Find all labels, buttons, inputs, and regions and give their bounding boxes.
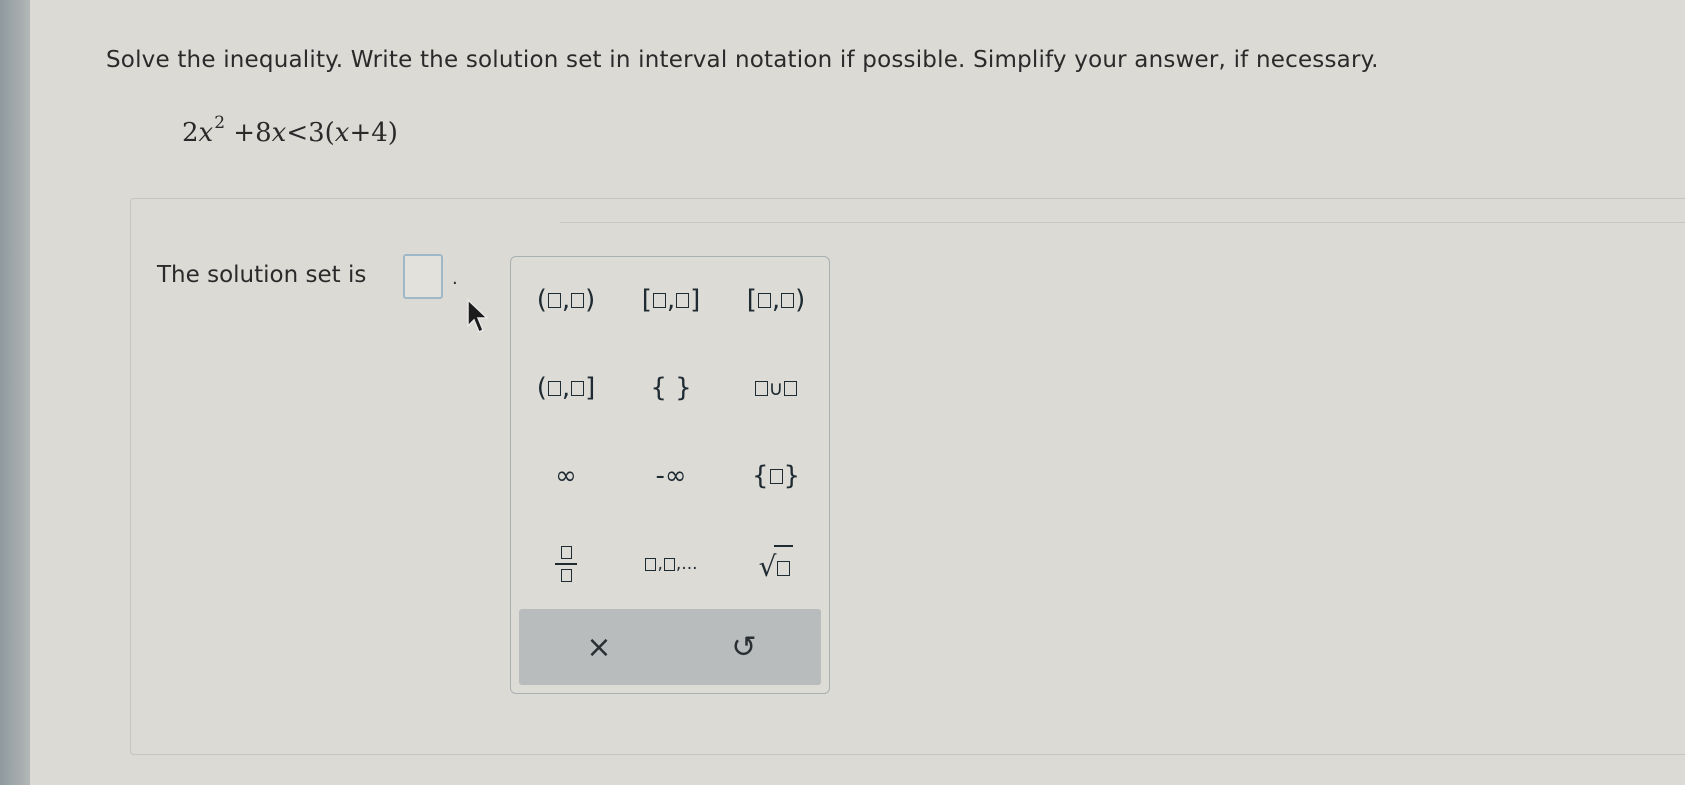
eq-middle: +8 bbox=[225, 118, 272, 148]
question-instruction: Solve the inequality. Write the solution… bbox=[106, 47, 1379, 73]
set-braces-button[interactable]: {} bbox=[731, 449, 821, 503]
placeholder-box bbox=[676, 292, 690, 308]
eq-coef: 2 bbox=[182, 118, 199, 148]
list-ellipsis: ,... bbox=[675, 554, 698, 574]
btn-comma: , bbox=[771, 285, 781, 315]
list-comma: , bbox=[657, 554, 663, 574]
clear-button[interactable]: × bbox=[559, 619, 639, 675]
eq-var: x bbox=[198, 118, 214, 148]
answer-period: . bbox=[452, 268, 458, 289]
answer-area-divider bbox=[560, 222, 1685, 223]
placeholder-box bbox=[571, 380, 585, 396]
close-icon: × bbox=[586, 629, 612, 665]
open-open-interval-button[interactable]: (,) bbox=[521, 273, 611, 327]
placeholder-box bbox=[781, 292, 795, 308]
eq-exponent: 2 bbox=[214, 113, 226, 133]
placeholder-box bbox=[784, 380, 798, 396]
math-palette: (,) [,] [,) (,] { } ∪ ∞ -∞ {} ,,... √ × … bbox=[510, 256, 830, 694]
eq-rhs-var: x bbox=[334, 118, 350, 148]
placeholder-box bbox=[757, 292, 771, 308]
infinity-icon: ∞ bbox=[555, 461, 577, 491]
square-root-button[interactable]: √ bbox=[731, 537, 821, 591]
union-glyph: ∪ bbox=[768, 376, 784, 400]
brace-left: { bbox=[751, 461, 769, 491]
btn-open-left: ( bbox=[536, 285, 547, 315]
btn-closed-right: ] bbox=[690, 285, 701, 315]
reset-button[interactable]: ↺ bbox=[704, 619, 784, 675]
answer-input[interactable] bbox=[403, 254, 443, 299]
btn-open-left: ( bbox=[536, 373, 547, 403]
placeholder-box bbox=[652, 292, 666, 308]
eq-rhs-tail: +4) bbox=[349, 118, 398, 148]
placeholder-box bbox=[777, 560, 791, 576]
answer-label: The solution set is bbox=[157, 262, 367, 288]
btn-open-right: ) bbox=[585, 285, 596, 315]
union-button[interactable]: ∪ bbox=[731, 361, 821, 415]
closed-closed-interval-button[interactable]: [,] bbox=[626, 273, 716, 327]
inequality-equation: 2x2 +8x<3(x+4) bbox=[182, 113, 398, 148]
infinity-button[interactable]: ∞ bbox=[521, 449, 611, 503]
eq-middle-var: x bbox=[271, 118, 287, 148]
placeholder-box bbox=[754, 380, 768, 396]
mouse-cursor-icon bbox=[467, 298, 489, 334]
negative-infinity-icon: -∞ bbox=[655, 461, 687, 491]
placeholder-box bbox=[645, 557, 657, 571]
btn-comma: , bbox=[561, 373, 571, 403]
btn-comma: , bbox=[561, 285, 571, 315]
empty-set-glyph: { } bbox=[650, 373, 692, 403]
empty-set-button[interactable]: { } bbox=[626, 361, 716, 415]
btn-closed-left: [ bbox=[746, 285, 757, 315]
negative-infinity-button[interactable]: -∞ bbox=[626, 449, 716, 503]
fraction-bar bbox=[555, 563, 577, 565]
btn-comma: , bbox=[666, 285, 676, 315]
open-closed-interval-button[interactable]: (,] bbox=[521, 361, 611, 415]
undo-icon: ↺ bbox=[731, 629, 757, 665]
square-root-icon: √ bbox=[759, 545, 794, 583]
btn-closed-right: ] bbox=[585, 373, 596, 403]
placeholder-box bbox=[547, 380, 561, 396]
placeholder-box bbox=[663, 557, 675, 571]
list-button[interactable]: ,,... bbox=[626, 537, 716, 591]
eq-relation: <3( bbox=[286, 118, 335, 148]
fraction-button[interactable] bbox=[521, 537, 611, 591]
placeholder-box bbox=[769, 468, 783, 484]
numerator-box bbox=[560, 546, 572, 559]
btn-open-right: ) bbox=[795, 285, 806, 315]
brace-right: } bbox=[783, 461, 801, 491]
radicand bbox=[774, 545, 794, 583]
placeholder-box bbox=[547, 292, 561, 308]
closed-open-interval-button[interactable]: [,) bbox=[731, 273, 821, 327]
palette-footer: × ↺ bbox=[519, 609, 821, 685]
placeholder-box bbox=[571, 292, 585, 308]
fraction-icon bbox=[555, 546, 577, 582]
denominator-box bbox=[560, 569, 572, 582]
btn-closed-left: [ bbox=[641, 285, 652, 315]
